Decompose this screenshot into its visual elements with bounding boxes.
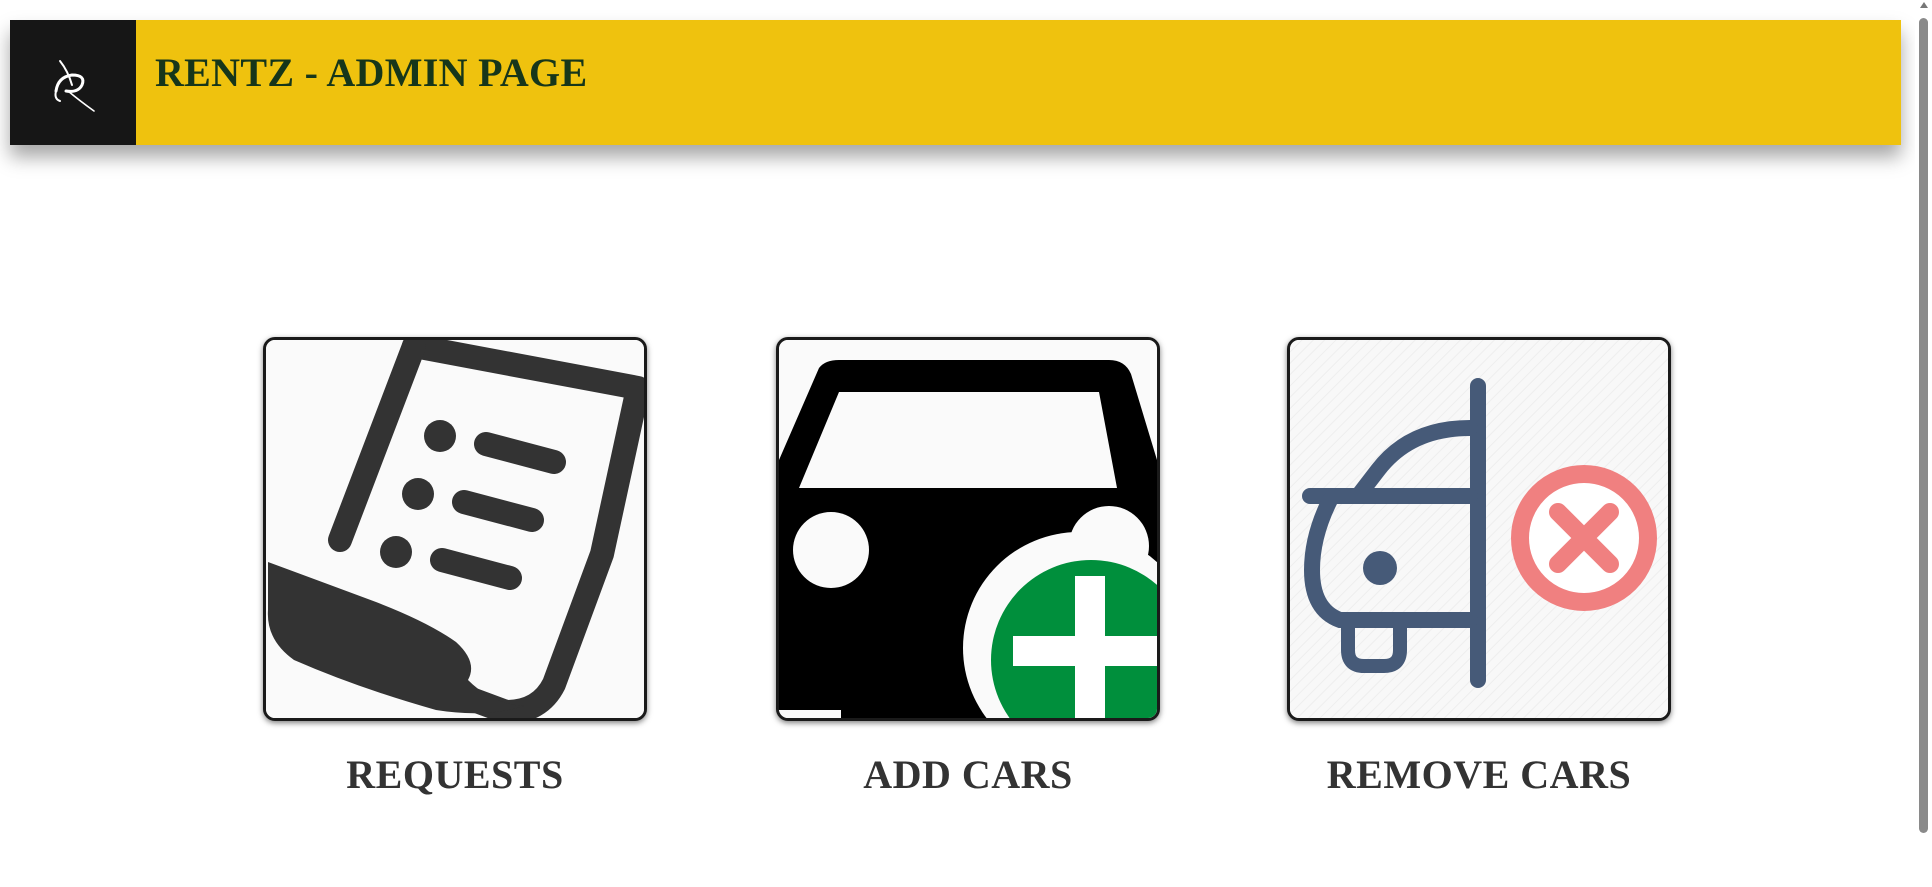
add-cars-card[interactable]: ADD CARS [776,337,1160,798]
requests-label[interactable]: REQUESTS [263,751,647,798]
vertical-scrollbar[interactable] [1915,0,1932,887]
document-list-icon [266,340,644,718]
admin-page: RENTZ - ADMIN PAGE REQUESTS ADD CARS REM… [0,0,1932,887]
add-cars-label[interactable]: ADD CARS [776,751,1160,798]
logo[interactable] [10,20,136,145]
scroll-thumb[interactable] [1919,18,1928,833]
page-title: RENTZ - ADMIN PAGE [155,50,588,95]
header-bar: RENTZ - ADMIN PAGE [10,20,1901,145]
requests-image[interactable] [263,337,647,721]
scroll-up-arrow-icon[interactable] [1920,2,1928,8]
remove-cars-label[interactable]: REMOVE CARS [1287,751,1671,798]
requests-card[interactable]: REQUESTS [263,337,647,798]
remove-cars-card[interactable]: REMOVE CARS [1287,337,1671,798]
add-cars-image[interactable] [776,337,1160,721]
remove-cars-image[interactable] [1287,337,1671,721]
car-add-icon [779,340,1157,718]
rentz-logo-icon [54,59,95,112]
car-remove-icon [1290,340,1668,718]
